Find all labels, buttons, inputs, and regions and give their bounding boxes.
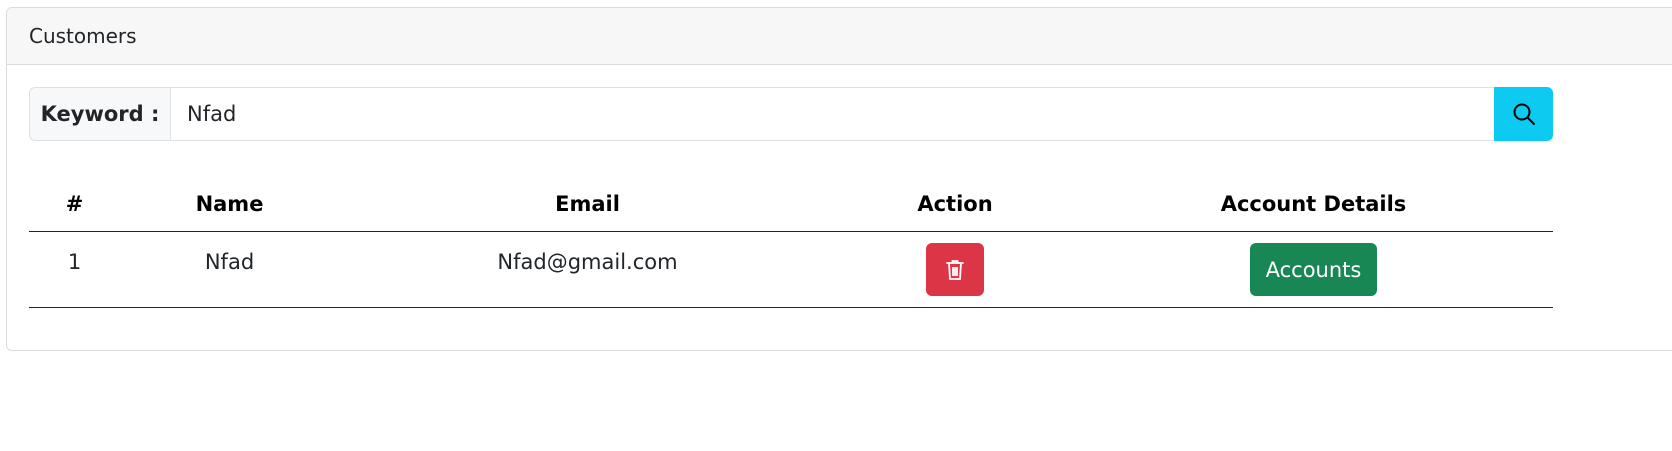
row-action-cell bbox=[836, 231, 1074, 308]
header-name: Name bbox=[120, 176, 339, 232]
search-group: Keyword : bbox=[29, 87, 1553, 141]
trash-icon bbox=[946, 259, 964, 281]
keyword-label: Keyword : bbox=[29, 87, 170, 141]
row-email: Nfad@gmail.com bbox=[497, 249, 678, 274]
keyword-input[interactable] bbox=[170, 87, 1494, 141]
table-row: 1 Nfad Nfad@gmail.com Accounts bbox=[29, 231, 1553, 308]
search-button[interactable] bbox=[1494, 87, 1553, 141]
row-number-cell: 1 bbox=[29, 231, 120, 308]
row-name: Nfad bbox=[204, 249, 255, 274]
row-name-cell: Nfad bbox=[120, 231, 339, 308]
header-action: Action bbox=[836, 176, 1074, 232]
search-icon bbox=[1512, 102, 1536, 126]
header-email: Email bbox=[339, 176, 836, 232]
customers-card: Customers Keyword : # Name Email Action … bbox=[6, 7, 1672, 351]
row-number: 1 bbox=[67, 249, 82, 274]
delete-button[interactable] bbox=[926, 243, 984, 296]
header-account-details: Account Details bbox=[1074, 176, 1553, 232]
table-header-row: # Name Email Action Account Details bbox=[29, 176, 1553, 232]
card-title: Customers bbox=[29, 24, 137, 48]
row-accounts-cell: Accounts bbox=[1074, 231, 1553, 308]
header-number: # bbox=[29, 176, 120, 232]
card-header: Customers bbox=[7, 8, 1672, 65]
customers-table: # Name Email Action Account Details 1 Nf… bbox=[29, 176, 1553, 308]
accounts-button[interactable]: Accounts bbox=[1250, 243, 1377, 296]
row-email-cell: Nfad@gmail.com bbox=[339, 231, 836, 308]
